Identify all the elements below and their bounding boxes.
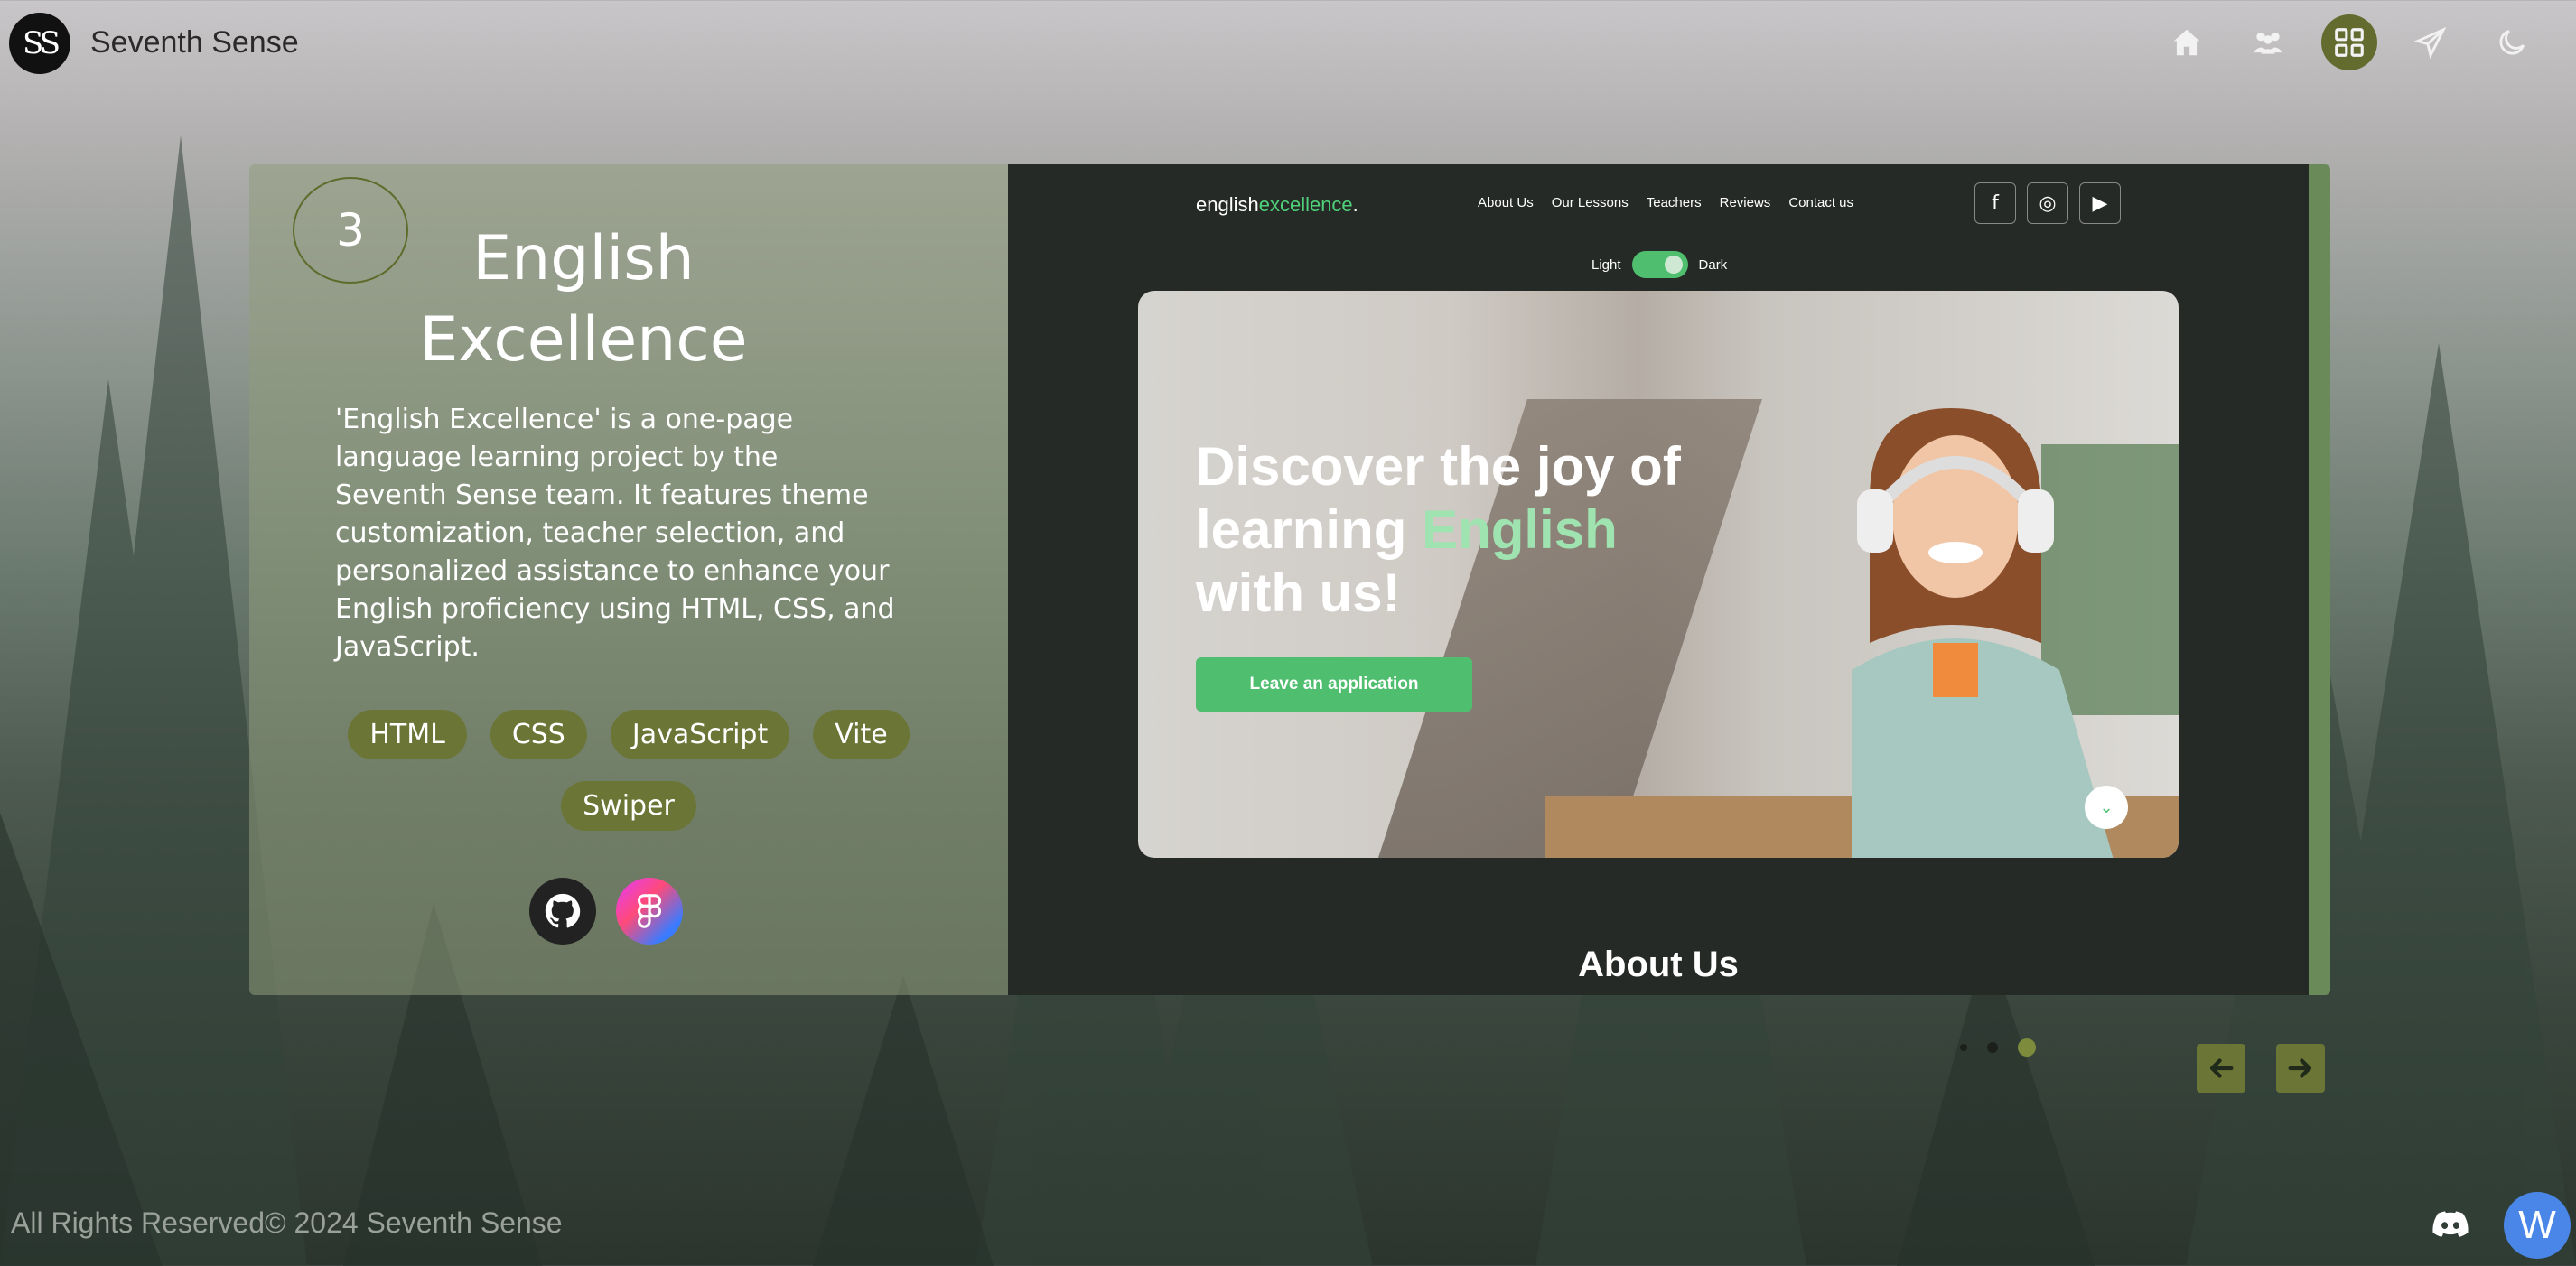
tag-swiper: Swiper: [561, 781, 696, 831]
hero-headline: Discover the joy of learning English wit…: [1196, 435, 1738, 625]
youtube-icon: ▶: [2079, 182, 2121, 224]
project-description: 'English Excellence' is a one-page langu…: [335, 404, 895, 663]
hero-line-1: Discover the joy of: [1196, 436, 1681, 497]
preview-about-heading: About Us: [1578, 945, 1739, 984]
preview-toggle: [1631, 251, 1688, 278]
project-card: 3 English Excellence 'English Excellence…: [249, 164, 2330, 995]
hero-highlight: English: [1422, 499, 1618, 560]
home-icon: [2173, 29, 2200, 56]
discord-link[interactable]: [2426, 1203, 2475, 1246]
figma-link[interactable]: [616, 878, 683, 945]
preview-social: f ◎ ▶: [1974, 182, 2121, 224]
nav-team-button[interactable]: [2240, 14, 2296, 70]
site-logo[interactable]: SS: [9, 13, 70, 74]
hero-line-2a: learning: [1196, 499, 1423, 560]
arrow-right-icon: [2288, 1058, 2312, 1078]
next-slide-button[interactable]: [2276, 1044, 2325, 1093]
hero-line-3: with us!: [1196, 563, 1401, 623]
tag-javascript: JavaScript: [610, 710, 790, 759]
preview-menu-teachers: Teachers: [1646, 195, 1702, 210]
preview-hero: Discover the joy of learning English wit…: [1138, 291, 2179, 858]
preview-menu-reviews: Reviews: [1719, 195, 1771, 210]
preview-application-button: Leave an application: [1196, 657, 1472, 712]
github-icon: [545, 893, 581, 928]
team-icon: [2254, 32, 2282, 54]
preview-theme-dark: Dark: [1698, 256, 1728, 273]
facebook-icon: f: [1974, 182, 2016, 224]
preview-menu-lessons: Our Lessons: [1551, 195, 1629, 210]
prev-slide-button[interactable]: [2197, 1044, 2245, 1093]
preview-theme-switch: Light Dark: [1591, 251, 1727, 278]
chevron-down-icon: ⌄: [2085, 786, 2128, 829]
instagram-icon: ◎: [2027, 182, 2068, 224]
nav-home-button[interactable]: [2159, 14, 2215, 70]
figma-icon: [637, 894, 662, 928]
main-nav: [2159, 14, 2540, 70]
user-avatar[interactable]: W: [2504, 1192, 2571, 1259]
slider-pagination: [1960, 1038, 2036, 1057]
project-links: [529, 878, 683, 945]
project-preview-screenshot[interactable]: englishexcellence. About Us Our Lessons …: [1008, 164, 2309, 995]
preview-logo-main: english: [1196, 193, 1259, 216]
preview-menu-about: About Us: [1478, 195, 1534, 210]
preview-menu: About Us Our Lessons Teachers Reviews Co…: [1478, 195, 1853, 210]
next-slide-peek: [2309, 164, 2330, 995]
preview-logo-accent: excellence: [1258, 193, 1353, 216]
tag-vite: Vite: [813, 710, 910, 759]
pagination-dot-2[interactable]: [1987, 1042, 1998, 1053]
brand-name[interactable]: Seventh Sense: [90, 25, 299, 61]
github-link[interactable]: [529, 878, 596, 945]
pagination-dot-3[interactable]: [2018, 1038, 2036, 1057]
grid-icon: [2335, 28, 2364, 57]
preview-logo: englishexcellence.: [1196, 193, 1358, 217]
preview-logo-dot: .: [1352, 193, 1358, 216]
nav-theme-button[interactable]: [2484, 14, 2540, 70]
tag-html: HTML: [348, 710, 467, 759]
pagination-dot-1[interactable]: [1960, 1044, 1967, 1051]
nav-contact-button[interactable]: [2403, 14, 2459, 70]
project-info: 3 English Excellence 'English Excellence…: [249, 164, 1008, 995]
discord-icon: [2432, 1211, 2469, 1237]
hero-girl-illustration: [1852, 408, 2179, 858]
preview-theme-light: Light: [1591, 256, 1621, 273]
arrow-left-icon: [2209, 1058, 2234, 1078]
copyright-text: All Rights Reserved© 2024 Seventh Sense: [11, 1206, 563, 1239]
nav-projects-button[interactable]: [2321, 14, 2377, 70]
tech-tags: HTML CSS JavaScript Vite Swiper: [322, 710, 936, 831]
preview-menu-contact: Contact us: [1788, 195, 1854, 210]
tag-css: CSS: [490, 710, 587, 759]
moon-icon: [2499, 29, 2525, 55]
project-title: English Excellence: [419, 223, 748, 376]
send-icon: [2413, 26, 2447, 60]
hero-line-2: learning English: [1196, 498, 1738, 562]
